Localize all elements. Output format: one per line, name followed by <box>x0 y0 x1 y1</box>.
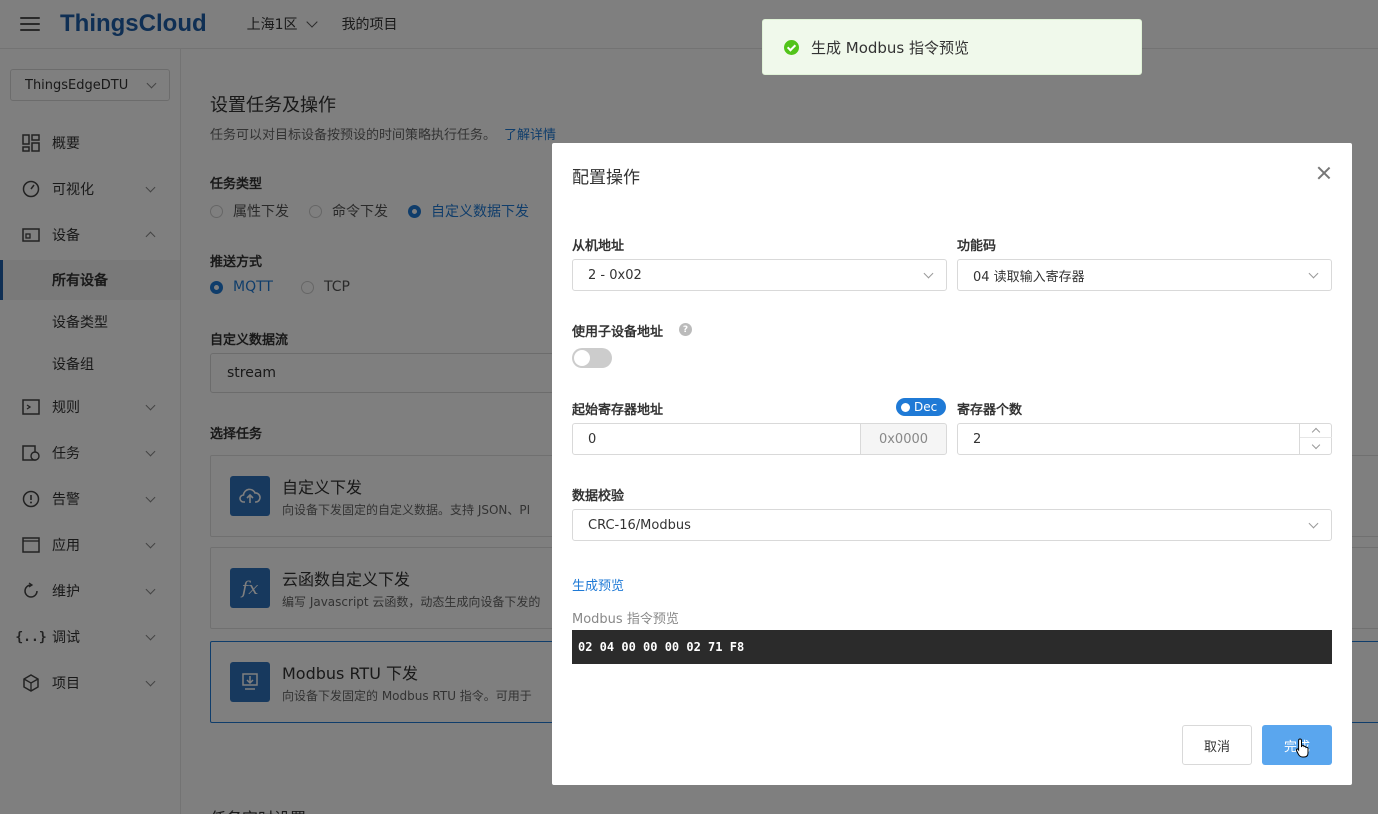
start-register-hex: 0x0000 <box>860 423 947 455</box>
toggle-knob <box>574 350 590 366</box>
checksum-select[interactable]: CRC-16/Modbus <box>572 509 1332 541</box>
check-circle-icon <box>784 39 799 55</box>
function-code-select[interactable]: 04 读取输入寄存器 <box>957 259 1332 291</box>
start-register-label: 起始寄存器地址 <box>572 403 664 418</box>
checksum-label: 数据校验 <box>572 489 625 504</box>
checksum-value: CRC-16/Modbus <box>588 517 691 533</box>
dec-toggle[interactable]: Dec <box>896 398 946 416</box>
preview-output: 02 04 00 00 00 02 71 F8 <box>572 630 1332 664</box>
slave-address-label: 从机地址 <box>572 239 625 254</box>
cancel-button[interactable]: 取消 <box>1182 725 1252 765</box>
close-icon[interactable] <box>1316 165 1332 181</box>
slave-address-select[interactable]: 2 - 0x02 <box>572 259 947 291</box>
dec-label: Dec <box>914 400 938 414</box>
register-count-label: 寄存器个数 <box>957 403 1023 418</box>
toast-message: 生成 Modbus 指令预览 <box>811 38 970 57</box>
success-toast: 生成 Modbus 指令预览 <box>762 19 1142 75</box>
function-code-value: 04 读取输入寄存器 <box>973 269 1085 285</box>
register-count-input[interactable]: 2 <box>957 423 1332 455</box>
modal-title: 配置操作 <box>572 168 640 188</box>
hand-cursor-icon <box>1295 738 1309 758</box>
generate-preview-link[interactable]: 生成预览 <box>572 575 624 594</box>
chevron-down-icon <box>1308 518 1319 529</box>
function-code-label: 功能码 <box>957 239 997 254</box>
config-modal: 配置操作 从机地址 2 - 0x02 功能码 04 读取输入寄存器 使用子设备地… <box>552 143 1352 785</box>
preview-label: Modbus 指令预览 <box>572 612 679 627</box>
help-icon[interactable]: ? <box>679 323 692 336</box>
subaddress-label: 使用子设备地址 <box>572 325 664 340</box>
increment-button[interactable] <box>1300 423 1332 438</box>
decrement-button[interactable] <box>1300 439 1332 454</box>
chevron-down-icon <box>1308 268 1319 279</box>
register-count-stepper <box>1299 423 1332 455</box>
start-register-input[interactable]: 0 <box>572 423 861 455</box>
slave-address-value: 2 - 0x02 <box>588 267 642 283</box>
toggle-knob <box>901 402 910 412</box>
subaddress-toggle[interactable] <box>572 348 612 368</box>
chevron-down-icon <box>923 268 934 279</box>
